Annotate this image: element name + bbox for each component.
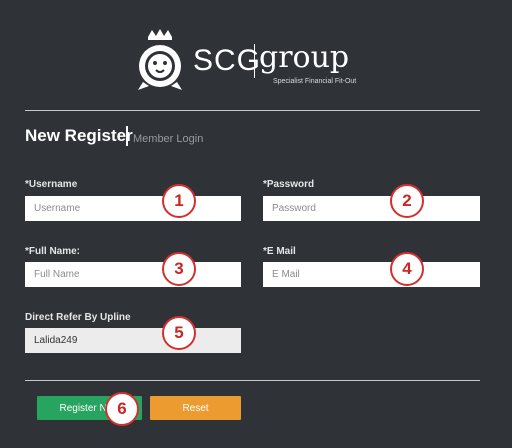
top-divider bbox=[25, 110, 480, 111]
title-separator bbox=[126, 126, 128, 146]
full-name-label: *Full Name: bbox=[25, 246, 81, 257]
email-label: *E Mail bbox=[263, 246, 296, 257]
brand-tagline: Specialist Financial Fit-Out bbox=[273, 78, 357, 85]
bottom-divider bbox=[25, 380, 480, 381]
password-input[interactable] bbox=[263, 196, 480, 221]
annotation-badge-1: 1 bbox=[162, 184, 196, 218]
email-input[interactable] bbox=[263, 262, 480, 287]
annotation-badge-6: 6 bbox=[105, 392, 139, 426]
annotation-badge-3: 3 bbox=[162, 252, 196, 286]
brand-group: group bbox=[259, 40, 350, 75]
page-title: New Register bbox=[25, 126, 133, 145]
password-label: *Password bbox=[263, 179, 315, 190]
reset-button[interactable]: Reset bbox=[150, 396, 241, 420]
upline-input[interactable] bbox=[25, 328, 241, 353]
brand-logo: SCG group Specialist Financial Fit-Out bbox=[135, 28, 380, 96]
annotation-badge-4: 4 bbox=[390, 252, 424, 286]
brand-name: SCG bbox=[193, 44, 262, 77]
username-input[interactable] bbox=[25, 196, 241, 221]
username-label: *Username bbox=[25, 179, 78, 190]
member-login-link[interactable]: Member Login bbox=[133, 133, 203, 145]
annotation-badge-2: 2 bbox=[390, 184, 424, 218]
upline-label: Direct Refer By Upline bbox=[25, 312, 131, 323]
full-name-input[interactable] bbox=[25, 262, 241, 287]
annotation-badge-5: 5 bbox=[162, 316, 196, 350]
brand-divider bbox=[254, 44, 255, 78]
lion-crest-icon bbox=[138, 29, 182, 90]
